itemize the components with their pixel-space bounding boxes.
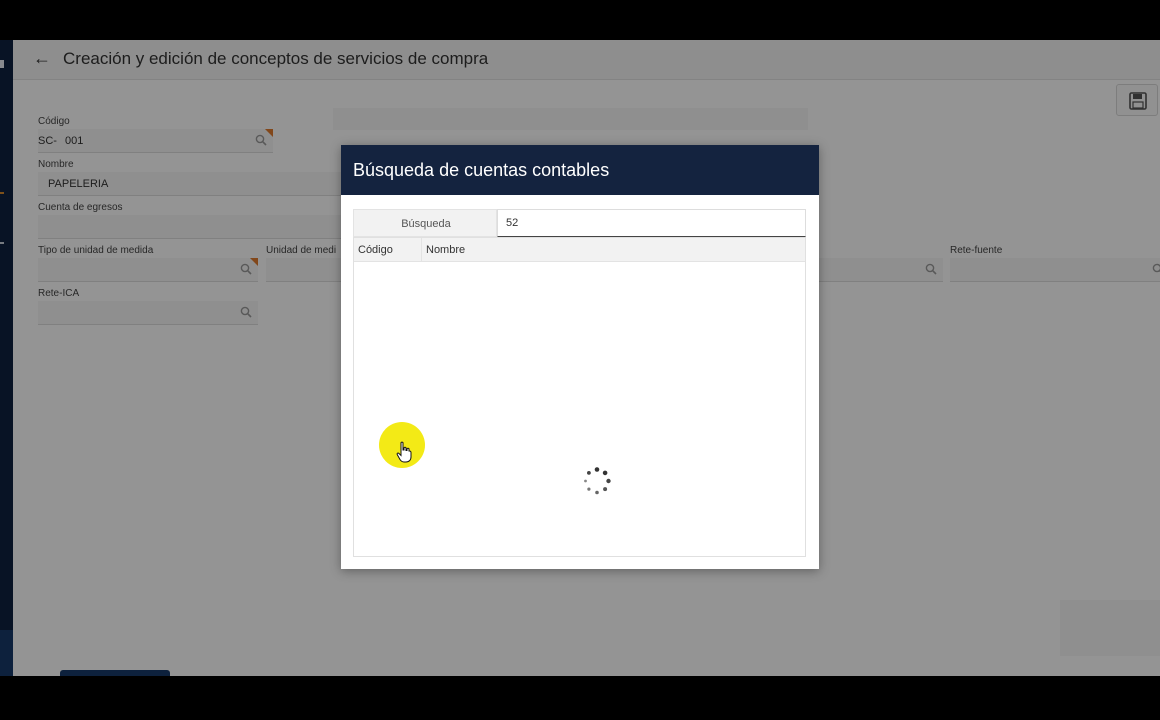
results-header: Código Nombre — [354, 238, 805, 262]
column-header-code[interactable]: Código — [354, 238, 422, 262]
letterbox-bottom — [0, 676, 1160, 720]
search-input[interactable] — [497, 209, 806, 237]
account-search-dialog: Búsqueda de cuentas contables Búsqueda C… — [341, 145, 819, 569]
letterbox-top — [0, 0, 1160, 40]
dialog-title: Búsqueda de cuentas contables — [353, 160, 610, 180]
loading-spinner-icon — [584, 467, 611, 495]
hand-cursor-icon — [396, 441, 412, 463]
search-label-cell: Búsqueda — [353, 209, 497, 237]
results-table: Código Nombre — [353, 237, 806, 557]
dialog-header: Búsqueda de cuentas contables — [341, 145, 819, 195]
search-label: Búsqueda — [401, 218, 451, 230]
column-header-name[interactable]: Nombre — [422, 238, 465, 262]
